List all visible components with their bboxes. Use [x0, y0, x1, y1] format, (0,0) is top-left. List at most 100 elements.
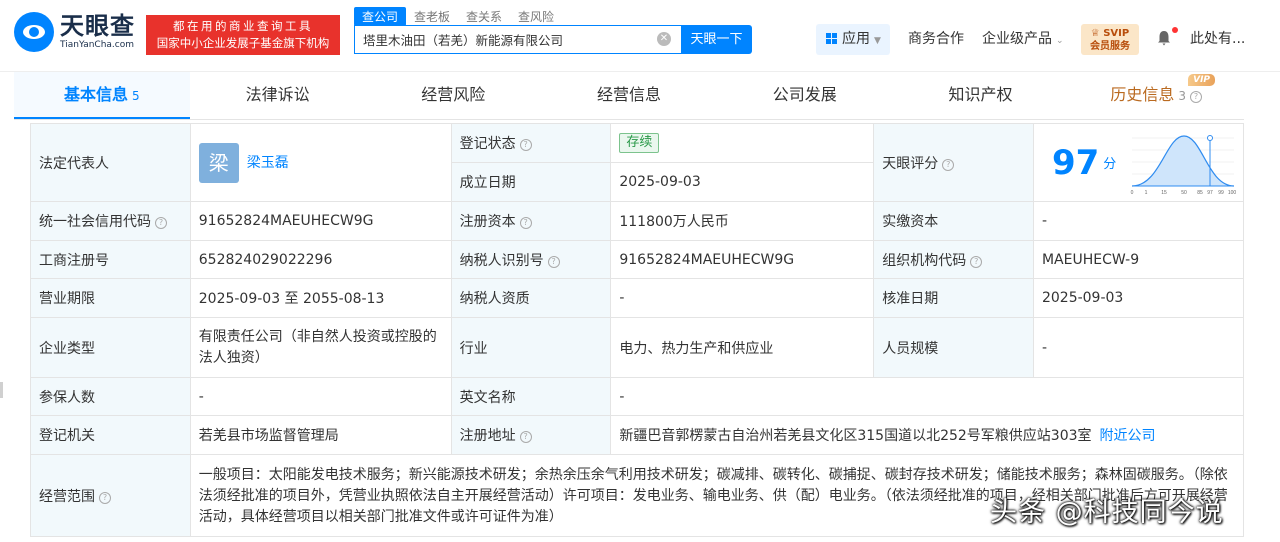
axis-tick-label: 50 — [1182, 190, 1188, 196]
tab-business-risk-label: 经营风险 — [421, 85, 486, 104]
reg-address-value: 新疆巴音郭楞蒙古自治州若羌县文化区315国道以北252号军粮供应站303室 — [619, 428, 1092, 444]
tab-history-info-label: 历史信息 — [1110, 85, 1175, 104]
watermark-text: 头条 @科技同今说 — [990, 497, 1224, 528]
nearby-companies-link[interactable]: 附近公司 — [1100, 428, 1156, 444]
tab-business-info[interactable]: 经营信息 — [541, 72, 717, 119]
tab-legal-litigation-label: 法律诉讼 — [245, 85, 310, 104]
company-type-value: 有限责任公司（非自然人投资或控股的法人独资） — [189, 317, 452, 378]
industry-value: 电力、热力生产和供应业 — [610, 317, 875, 378]
org-code-label: 组织机构代码 — [882, 252, 967, 269]
found-date-label: 成立日期 — [450, 162, 612, 202]
company-type-label: 企业类型 — [30, 317, 191, 378]
tab-basic-info[interactable]: 基本信息 5 — [14, 72, 190, 119]
tab-legal-litigation[interactable]: 法律诉讼 — [190, 72, 366, 119]
search-tab-company[interactable]: 查公司 — [354, 7, 407, 26]
reg-status-label-cell: 登记状态? — [450, 123, 612, 163]
org-code-value: MAEUHECW-9 — [1032, 240, 1245, 279]
notification-bell-icon[interactable] — [1157, 30, 1171, 46]
reg-address-label-cell: 注册地址? — [450, 415, 612, 455]
help-icon[interactable]: ? — [1190, 91, 1202, 103]
logo-domain: TianYanCha.com — [60, 40, 135, 50]
help-icon[interactable]: ? — [99, 491, 111, 504]
insured-value: - — [189, 377, 452, 416]
score-unit: 分 — [1103, 157, 1117, 172]
taxpayer-qual-value: - — [610, 278, 875, 318]
company-section-tabs: 基本信息 5 法律诉讼 经营风险 经营信息 公司发展 知识产权 历史信息 3? VIP — [14, 72, 1244, 120]
enterprise-products-menu[interactable]: 企业级产品 ⌄ — [982, 24, 1064, 57]
svip-label: SVIP — [1103, 28, 1130, 39]
search-tab-risk[interactable]: 查风险 — [510, 7, 562, 26]
axis-tick-label: 100 — [1228, 190, 1237, 196]
search-tab-boss[interactable]: 查老板 — [406, 7, 458, 26]
help-icon[interactable]: ? — [942, 158, 955, 171]
status-badge: 存续 — [619, 133, 660, 153]
search-input[interactable] — [355, 26, 645, 53]
tab-basic-info-count: 5 — [132, 89, 140, 103]
enterprise-products-label: 企业级产品 — [982, 31, 1052, 47]
tab-business-risk[interactable]: 经营风险 — [365, 72, 541, 119]
biz-reg-no-label: 工商注册号 — [30, 240, 191, 279]
table-row: 登记机关 若羌县市场监督管理局 注册地址? 新疆巴音郭楞蒙古自治州若羌县文化区3… — [30, 415, 1244, 455]
user-menu[interactable]: 此处有... — [1190, 24, 1245, 55]
tab-history-info[interactable]: 历史信息 3? VIP — [1068, 72, 1244, 119]
logo-title: 天眼查 — [60, 12, 135, 40]
search-box: ✕ — [354, 25, 683, 54]
axis-tick-label: 85 — [1198, 190, 1204, 196]
approval-date-label: 核准日期 — [873, 278, 1034, 318]
reg-address-label: 注册地址 — [459, 428, 516, 444]
vip-tag: VIP — [1188, 74, 1216, 86]
avatar[interactable]: 梁 — [198, 142, 239, 183]
help-icon[interactable]: ? — [970, 255, 983, 268]
tianyancha-logo[interactable]: 天眼查 TianYanCha.com — [14, 12, 135, 52]
help-icon[interactable]: ? — [519, 217, 532, 229]
business-cooperation-link[interactable]: 商务合作 — [908, 24, 964, 55]
apps-menu-button[interactable]: 应用 ▼ — [816, 24, 890, 55]
english-name-label: 英文名称 — [450, 377, 612, 416]
help-icon[interactable]: ? — [547, 255, 560, 268]
slogan-banner: 都在用的商业查询工具 国家中小企业发展子基金旗下机构 — [146, 15, 340, 55]
tab-intellectual-property-label: 知识产权 — [948, 85, 1013, 104]
scope-label-cell: 经营范围? — [30, 454, 191, 537]
axis-tick-label: 15 — [1162, 190, 1168, 196]
apps-label: 应用 — [842, 31, 870, 47]
chevron-down-icon: ⌄ — [1056, 36, 1064, 46]
table-row: 法定代表人 梁梁玉磊 登记状态? 存续 天眼评分? 97 分 0 1 15 50… — [30, 123, 1245, 202]
reg-status-label: 登记状态 — [459, 136, 516, 152]
score-label-cell: 天眼评分? — [873, 123, 1034, 202]
tab-basic-info-label: 基本信息 — [64, 85, 129, 104]
term-value: 2025-09-03 至 2055-08-13 — [189, 278, 452, 318]
reg-authority-value: 若羌县市场监督管理局 — [189, 415, 452, 455]
score-cell[interactable]: 97 分 0 1 15 50 85 97 99 100 — [1032, 123, 1245, 202]
paid-capital-label: 实缴资本 — [873, 201, 1034, 241]
credit-code-label-cell: 统一社会信用代码? — [30, 201, 191, 241]
member-service-label: 会员服务 — [1090, 41, 1130, 52]
help-icon[interactable]: ? — [155, 217, 167, 229]
help-icon[interactable]: ? — [519, 431, 532, 443]
table-row: 工商注册号 652824029022296 纳税人识别号? 91652824MA… — [30, 240, 1245, 279]
basic-info-table: 法定代表人 梁梁玉磊 登记状态? 存续 天眼评分? 97 分 0 1 15 50… — [30, 123, 1245, 537]
scope-label: 经营范围 — [39, 488, 95, 505]
industry-label: 行业 — [450, 317, 612, 378]
tab-company-development-label: 公司发展 — [772, 85, 837, 104]
taxpayer-id-label-cell: 纳税人识别号? — [450, 240, 612, 279]
legal-rep-link[interactable]: 梁玉磊 — [247, 155, 289, 171]
search-tab-relation[interactable]: 查关系 — [458, 7, 510, 26]
taxpayer-qual-label: 纳税人资质 — [450, 278, 612, 318]
legal-rep-label: 法定代表人 — [30, 123, 191, 202]
tab-business-info-label: 经营信息 — [597, 85, 662, 104]
help-icon[interactable]: ? — [519, 139, 532, 151]
legal-rep-cell: 梁梁玉磊 — [189, 123, 452, 202]
svip-member-button[interactable]: ♕ SVIP 会员服务 — [1081, 24, 1139, 55]
clear-icon[interactable]: ✕ — [657, 32, 671, 46]
slogan-line-2: 国家中小企业发展子基金旗下机构 — [156, 36, 330, 50]
biz-reg-no-value: 652824029022296 — [189, 240, 452, 279]
top-header: 天眼查 TianYanCha.com 都在用的商业查询工具 国家中小企业发展子基… — [0, 0, 1280, 72]
search-button[interactable]: 天眼一下 — [681, 25, 752, 54]
tab-intellectual-property[interactable]: 知识产权 — [893, 72, 1069, 119]
score-distribution-chart: 0 1 15 50 85 97 99 100 — [1131, 134, 1237, 196]
reg-capital-value: 111800万人民币 — [610, 201, 875, 241]
table-row: 营业期限 2025-09-03 至 2055-08-13 纳税人资质 - 核准日… — [30, 278, 1245, 318]
scroll-indicator — [0, 382, 3, 398]
approval-date-value: 2025-09-03 — [1032, 278, 1245, 318]
tab-company-development[interactable]: 公司发展 — [717, 72, 893, 119]
